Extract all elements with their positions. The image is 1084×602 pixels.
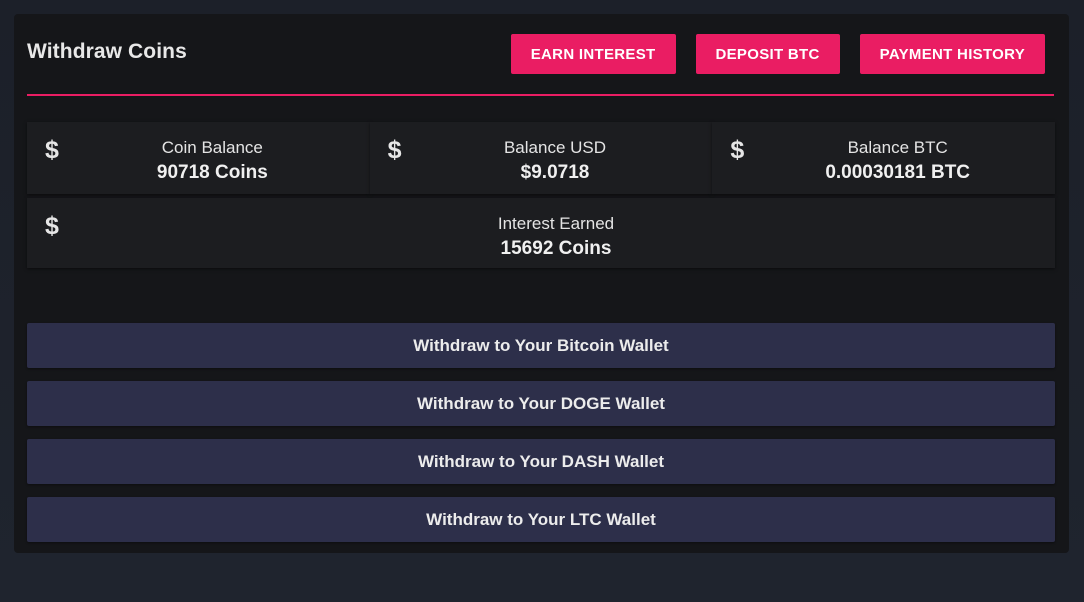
stat-value: $9.0718 — [520, 162, 590, 183]
stat-coin-balance: $ Coin Balance 90718 Coins — [27, 122, 370, 194]
stat-balance-usd: $ Balance USD $9.0718 — [369, 122, 713, 194]
earn-interest-button[interactable]: EARN INTEREST — [510, 34, 676, 74]
page-title: Withdraw Coins — [27, 40, 187, 63]
withdraw-panel: Withdraw Coins EARN INTEREST DEPOSIT BTC… — [14, 14, 1069, 553]
stat-label: Balance BTC — [847, 138, 948, 157]
stats-row: $ Coin Balance 90718 Coins $ Balance USD… — [27, 122, 1056, 194]
stat-interest-earned: $ Interest Earned 15692 Coins — [27, 198, 1055, 268]
header-actions: EARN INTEREST DEPOSIT BTC PAYMENT HISTOR… — [510, 34, 1045, 74]
stat-label: Balance USD — [503, 138, 607, 157]
stat-label: Coin Balance — [161, 138, 263, 157]
stat-value: 90718 Coins — [156, 162, 268, 183]
deposit-btc-button[interactable]: DEPOSIT BTC — [695, 34, 840, 74]
withdraw-dash-button[interactable]: Withdraw to Your DASH Wallet — [27, 439, 1055, 484]
withdraw-ltc-button[interactable]: Withdraw to Your LTC Wallet — [27, 497, 1055, 542]
payment-history-button[interactable]: PAYMENT HISTORY — [859, 34, 1045, 74]
withdraw-doge-button[interactable]: Withdraw to Your DOGE Wallet — [27, 381, 1055, 426]
withdraw-options: Withdraw to Your Bitcoin Wallet Withdraw… — [27, 323, 1055, 555]
header-divider — [27, 94, 1054, 96]
stat-balance-btc: $ Balance BTC 0.00030181 BTC — [712, 122, 1056, 194]
stat-label: Interest Earned — [497, 214, 615, 233]
stat-value: 0.00030181 BTC — [825, 162, 971, 183]
balance-stats: $ Coin Balance 90718 Coins $ Balance USD… — [27, 122, 1056, 268]
withdraw-bitcoin-button[interactable]: Withdraw to Your Bitcoin Wallet — [27, 323, 1055, 368]
stat-value: 15692 Coins — [500, 238, 612, 259]
